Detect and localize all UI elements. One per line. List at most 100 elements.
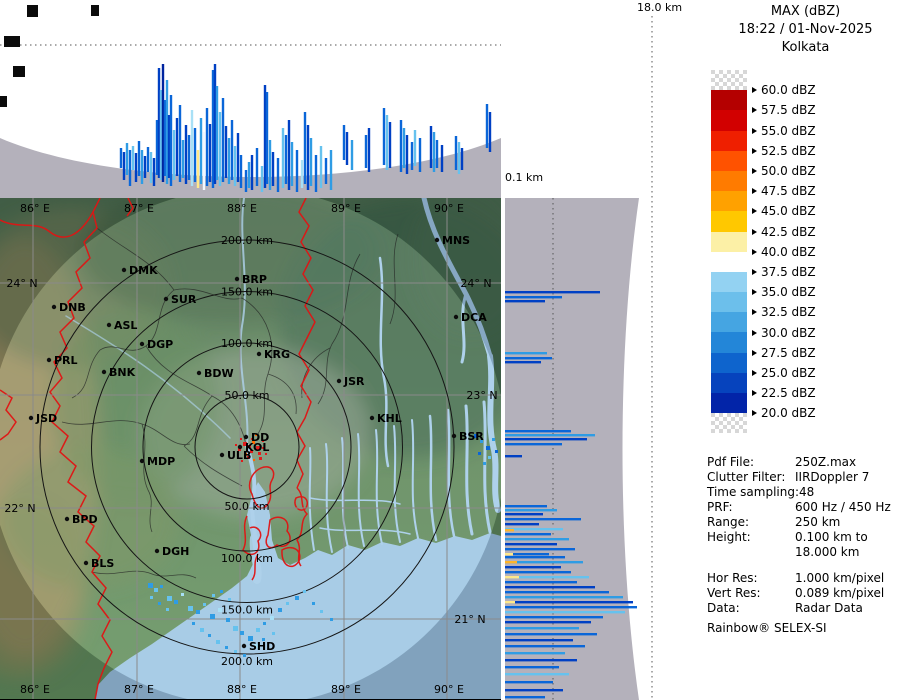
echo-bar (265, 92, 269, 184)
city-label: BPD (72, 513, 98, 526)
echo-bar (128, 150, 132, 186)
echo-bar (345, 132, 349, 165)
info-row: Height: 0.100 km to (707, 530, 868, 544)
lon-label: 89° E (331, 202, 361, 215)
city-dot (256, 351, 262, 357)
city-label: PRL (54, 354, 78, 367)
dbz-label: 60.0 dBZ (752, 83, 816, 97)
city-label: ASL (114, 319, 137, 332)
colorbar-cell (711, 170, 747, 192)
lon-label: 86° E (20, 683, 50, 696)
echo-bar (505, 300, 545, 303)
echo-bar (143, 156, 147, 178)
tick-arrow-icon (752, 168, 757, 174)
echo-bar (244, 170, 248, 192)
echo-pixel (200, 628, 204, 632)
echo-pixel (492, 438, 495, 441)
colorbar-cell (711, 352, 747, 373)
echo-pixel (174, 600, 178, 604)
tick-arrow-icon (752, 309, 757, 316)
city-dot (154, 548, 160, 554)
city-dot (369, 415, 375, 421)
tick-arrow-icon (752, 87, 757, 94)
echo-bar (505, 296, 562, 299)
echo-bar (505, 601, 633, 604)
dbz-label: 32.5 dBZ (752, 305, 816, 319)
colorbar-cell (711, 312, 747, 333)
echo-pixel (212, 594, 215, 597)
tick-arrow-icon (752, 107, 757, 114)
echo-pixel (270, 616, 274, 620)
radar-max-display: 86° E 86° E 87° E 87° E 88° E 88° E 89° E 89° E… (0, 0, 906, 700)
city-label: DGH (162, 545, 189, 558)
echo-bar (505, 659, 577, 662)
echo-bar (485, 104, 489, 148)
echo-bar (488, 112, 492, 152)
range-ring-label: 50.0 km (224, 500, 269, 513)
echo-pixel (295, 596, 299, 600)
echo-bar (146, 147, 150, 172)
echo-bar (324, 158, 328, 184)
city-label: KRG (264, 348, 290, 361)
echo-bar (122, 152, 126, 180)
echo-bar (399, 120, 403, 172)
height-origin-label: 0.1 km (505, 171, 544, 184)
colorbar-cell (711, 292, 747, 313)
colorbar-cell (711, 372, 747, 393)
echo-bar (295, 150, 299, 192)
tick-arrow-icon (752, 289, 757, 296)
echo-bar (205, 108, 209, 186)
echo-bar (134, 153, 138, 182)
echo-bar (271, 152, 275, 186)
echo-bar (281, 128, 285, 188)
dbz-colorbar (711, 70, 747, 434)
dbz-label: 57.5 dBZ (752, 103, 816, 117)
tick-arrow-icon (752, 208, 757, 215)
echo-bar (202, 132, 206, 190)
city-dot (139, 341, 145, 347)
echo-bar (505, 606, 637, 609)
echo-bar (505, 586, 595, 589)
echo-pixel (488, 456, 491, 459)
city-dot (434, 237, 440, 243)
echo-bar (505, 438, 587, 441)
city-label: BNK (109, 366, 136, 379)
city-label: BDW (204, 367, 234, 380)
ns-height-profile-panel (501, 0, 705, 700)
echo-bar (239, 155, 243, 188)
city-label: DGP (147, 338, 173, 351)
echo-bar (187, 135, 191, 180)
dbz-label: 52.5 dBZ (752, 144, 816, 158)
city-dot (106, 322, 112, 328)
echo-bar (306, 125, 310, 190)
dbz-label: 40.0 dBZ (752, 245, 816, 259)
echo-bar (410, 142, 414, 170)
dbz-label: 35.0 dBZ (752, 285, 816, 299)
echo-bar (125, 143, 129, 175)
echo-pixel (154, 588, 158, 592)
echo-pixel (167, 596, 172, 601)
echo-pixel (225, 646, 228, 649)
city-label: SUR (171, 293, 197, 306)
colorbar-cell (711, 130, 747, 151)
echo-pixel (196, 610, 200, 614)
echo-bar (505, 681, 553, 684)
echo-bar (284, 135, 288, 184)
city-label: JSD (35, 412, 57, 425)
colorbar-cell (711, 271, 747, 293)
city-dot (46, 357, 52, 363)
echo-bar (505, 561, 517, 564)
echo-bar (505, 596, 623, 599)
echo-bar (505, 627, 579, 630)
echo-bar (196, 150, 200, 188)
info-row: Range: 250 km (707, 515, 841, 529)
echo-bar (505, 673, 569, 676)
echo-bar (505, 652, 565, 655)
colorbar-cell (711, 393, 747, 414)
echo-bar (505, 633, 597, 636)
echo-bar (367, 128, 371, 172)
echo-pixel (243, 654, 246, 657)
dbz-label: 55.0 dBZ (752, 124, 816, 138)
echo-bar (193, 128, 197, 182)
colorbar-cell (711, 150, 747, 171)
